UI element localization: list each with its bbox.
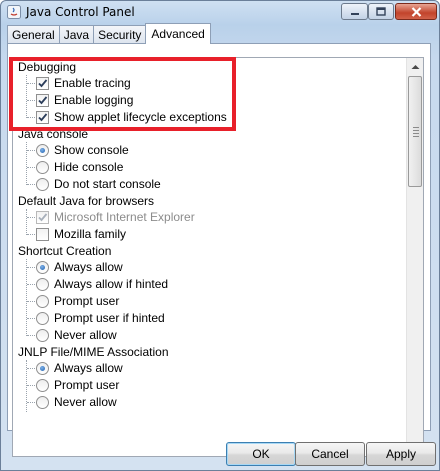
default-java-heading: Default Java for browsers [18,194,155,208]
grip-line [413,130,419,131]
show-applet-lifecycle-exceptions-label: Show applet lifecycle exceptions [54,110,227,124]
checkmark-icon [38,213,48,222]
enable-tracing-label: Enable tracing [54,76,131,90]
mozilla-family-option[interactable]: Mozilla family [13,226,313,243]
jnlp-never-allow-option[interactable]: Never allow [13,394,313,411]
java-app-icon [7,5,21,19]
checkmark-icon [38,113,48,122]
cancel-button[interactable]: Cancel [295,442,365,466]
close-icon [411,6,421,17]
show-console-label: Show console [54,143,129,157]
radio-selected-dot [40,366,45,371]
grip-line [413,136,419,137]
mozilla-family-label: Mozilla family [54,227,127,241]
jnlp-prompt-user-radio[interactable] [36,379,49,392]
shortcut-always-allow-if-hinted-radio[interactable] [36,278,49,291]
vertical-scrollbar[interactable] [406,58,423,456]
jnlp-prompt-user-option[interactable]: Prompt user [13,377,313,394]
tab-strip: General Java Security Advanced [7,23,211,44]
show-applet-lifecycle-exceptions-checkbox[interactable] [36,111,49,124]
jnlp-heading: JNLP File/MIME Association [18,345,169,359]
shortcut-never-allow-label: Never allow [54,328,117,342]
settings-tree[interactable]: Debugging Enable tracing Enable logging [12,57,424,457]
window-title: Java Control Panel [26,5,135,19]
shortcut-never-allow-radio[interactable] [36,329,49,342]
enable-tracing-checkbox[interactable] [36,77,49,90]
checkmark-icon [38,96,48,105]
enable-logging-checkbox[interactable] [36,94,49,107]
shortcut-prompt-user-if-hinted-radio[interactable] [36,312,49,325]
shortcut-prompt-user-if-hinted-label: Prompt user if hinted [54,311,165,325]
tab-security[interactable]: Security [93,25,147,44]
jnlp-always-allow-label: Always allow [54,361,123,375]
grip-line [413,127,419,128]
enable-logging-label: Enable logging [54,93,134,107]
shortcut-prompt-user-if-hinted-option[interactable]: Prompt user if hinted [13,310,313,327]
debugging-heading: Debugging [18,60,77,74]
shortcut-prompt-user-option[interactable]: Prompt user [13,293,313,310]
chevron-up-icon [411,64,419,69]
radio-selected-dot [40,148,45,153]
mozilla-family-checkbox[interactable] [36,228,49,241]
scroll-up-button[interactable] [407,58,423,75]
close-button[interactable] [395,3,437,20]
shortcut-prompt-user-radio[interactable] [36,295,49,308]
do-not-start-console-label: Do not start console [54,177,161,191]
shortcut-always-allow-option[interactable]: Always allow [13,259,313,276]
jnlp-never-allow-label: Never allow [54,395,117,409]
hide-console-option[interactable]: Hide console [13,159,313,176]
do-not-start-console-radio[interactable] [36,178,49,191]
java-console-heading: Java console [18,127,89,141]
maximize-icon [376,7,386,16]
enable-tracing-option[interactable]: Enable tracing [13,75,313,92]
enable-logging-option[interactable]: Enable logging [13,92,313,109]
shortcut-always-allow-if-hinted-label: Always allow if hinted [54,277,169,291]
shortcut-always-allow-label: Always allow [54,260,123,274]
internet-explorer-label: Microsoft Internet Explorer [54,210,195,224]
minimize-icon [350,12,359,15]
grip-line [413,133,419,134]
jnlp-never-allow-radio[interactable] [36,396,49,409]
jnlp-always-allow-option[interactable]: Always allow [13,360,313,377]
advanced-panel: Debugging Enable tracing Enable logging [7,43,431,457]
shortcut-always-allow-radio[interactable] [36,261,49,274]
jnlp-prompt-user-label: Prompt user [54,378,120,392]
hide-console-label: Hide console [54,160,124,174]
ok-button[interactable]: OK [226,442,296,466]
title-bar[interactable]: Java Control Panel [1,1,439,23]
jnlp-always-allow-radio[interactable] [36,362,49,375]
java-control-panel-window: Java Control Panel General Java Security… [0,0,440,471]
shortcut-never-allow-option[interactable]: Never allow [13,327,313,344]
shortcut-always-allow-if-hinted-option[interactable]: Always allow if hinted [13,276,313,293]
show-applet-lifecycle-exceptions-option[interactable]: Show applet lifecycle exceptions [13,109,313,126]
scrollbar-thumb[interactable] [408,76,422,187]
tab-java[interactable]: Java [58,25,95,44]
checkmark-icon [38,79,48,88]
shortcut-prompt-user-label: Prompt user [54,294,120,308]
apply-button[interactable]: Apply [366,442,436,466]
radio-selected-dot [40,265,45,270]
maximize-button[interactable] [368,3,394,20]
tab-advanced[interactable]: Advanced [145,23,211,44]
internet-explorer-checkbox[interactable] [36,211,49,224]
internet-explorer-option[interactable]: Microsoft Internet Explorer [13,209,313,226]
do-not-start-console-option[interactable]: Do not start console [13,176,313,193]
show-console-option[interactable]: Show console [13,142,313,159]
hide-console-radio[interactable] [36,161,49,174]
show-console-radio[interactable] [36,144,49,157]
minimize-button[interactable] [341,3,368,20]
tab-general[interactable]: General [7,25,60,44]
shortcut-creation-heading: Shortcut Creation [18,244,112,258]
